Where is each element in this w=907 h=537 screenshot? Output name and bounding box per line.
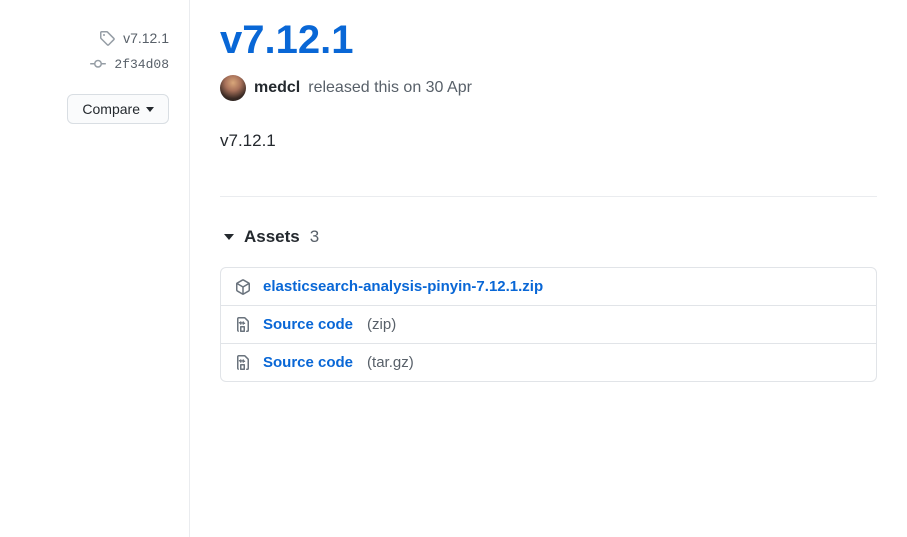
release-main: v7.12.1 medcl released this on 30 Apr v7…	[190, 0, 907, 537]
assets-count: 3	[310, 227, 319, 247]
asset-row[interactable]: Source code (tar.gz)	[221, 343, 876, 381]
asset-link[interactable]: Source code	[263, 354, 353, 371]
file-zip-icon	[235, 317, 251, 333]
commit-icon	[90, 56, 106, 72]
tag-row[interactable]: v7.12.1	[99, 30, 169, 46]
package-icon	[235, 279, 251, 295]
file-zip-icon	[235, 355, 251, 371]
asset-list: elasticsearch-analysis-pinyin-7.12.1.zip…	[220, 267, 877, 382]
asset-ext: (zip)	[367, 316, 396, 333]
compare-label: Compare	[82, 101, 140, 117]
released-text: released this on 30 Apr	[308, 79, 472, 97]
asset-ext: (tar.gz)	[367, 354, 414, 371]
tag-icon	[99, 30, 115, 46]
avatar[interactable]	[220, 75, 246, 101]
compare-button[interactable]: Compare	[67, 94, 169, 124]
author-line: medcl released this on 30 Apr	[220, 75, 877, 101]
caret-down-icon	[146, 107, 154, 112]
assets-toggle[interactable]: Assets 3	[220, 227, 877, 247]
asset-link[interactable]: elasticsearch-analysis-pinyin-7.12.1.zip	[263, 278, 543, 295]
commit-sha: 2f34d08	[114, 57, 169, 72]
commit-row[interactable]: 2f34d08	[90, 56, 169, 72]
caret-down-icon	[224, 234, 234, 240]
asset-link[interactable]: Source code	[263, 316, 353, 333]
author-name[interactable]: medcl	[254, 79, 300, 97]
divider	[220, 196, 877, 197]
asset-row[interactable]: Source code (zip)	[221, 305, 876, 343]
assets-label: Assets	[244, 227, 300, 247]
tag-label: v7.12.1	[123, 30, 169, 46]
asset-row[interactable]: elasticsearch-analysis-pinyin-7.12.1.zip	[221, 268, 876, 305]
release-sidebar: v7.12.1 2f34d08 Compare	[0, 0, 190, 537]
release-body: v7.12.1	[220, 131, 877, 151]
release-title[interactable]: v7.12.1	[220, 18, 877, 63]
